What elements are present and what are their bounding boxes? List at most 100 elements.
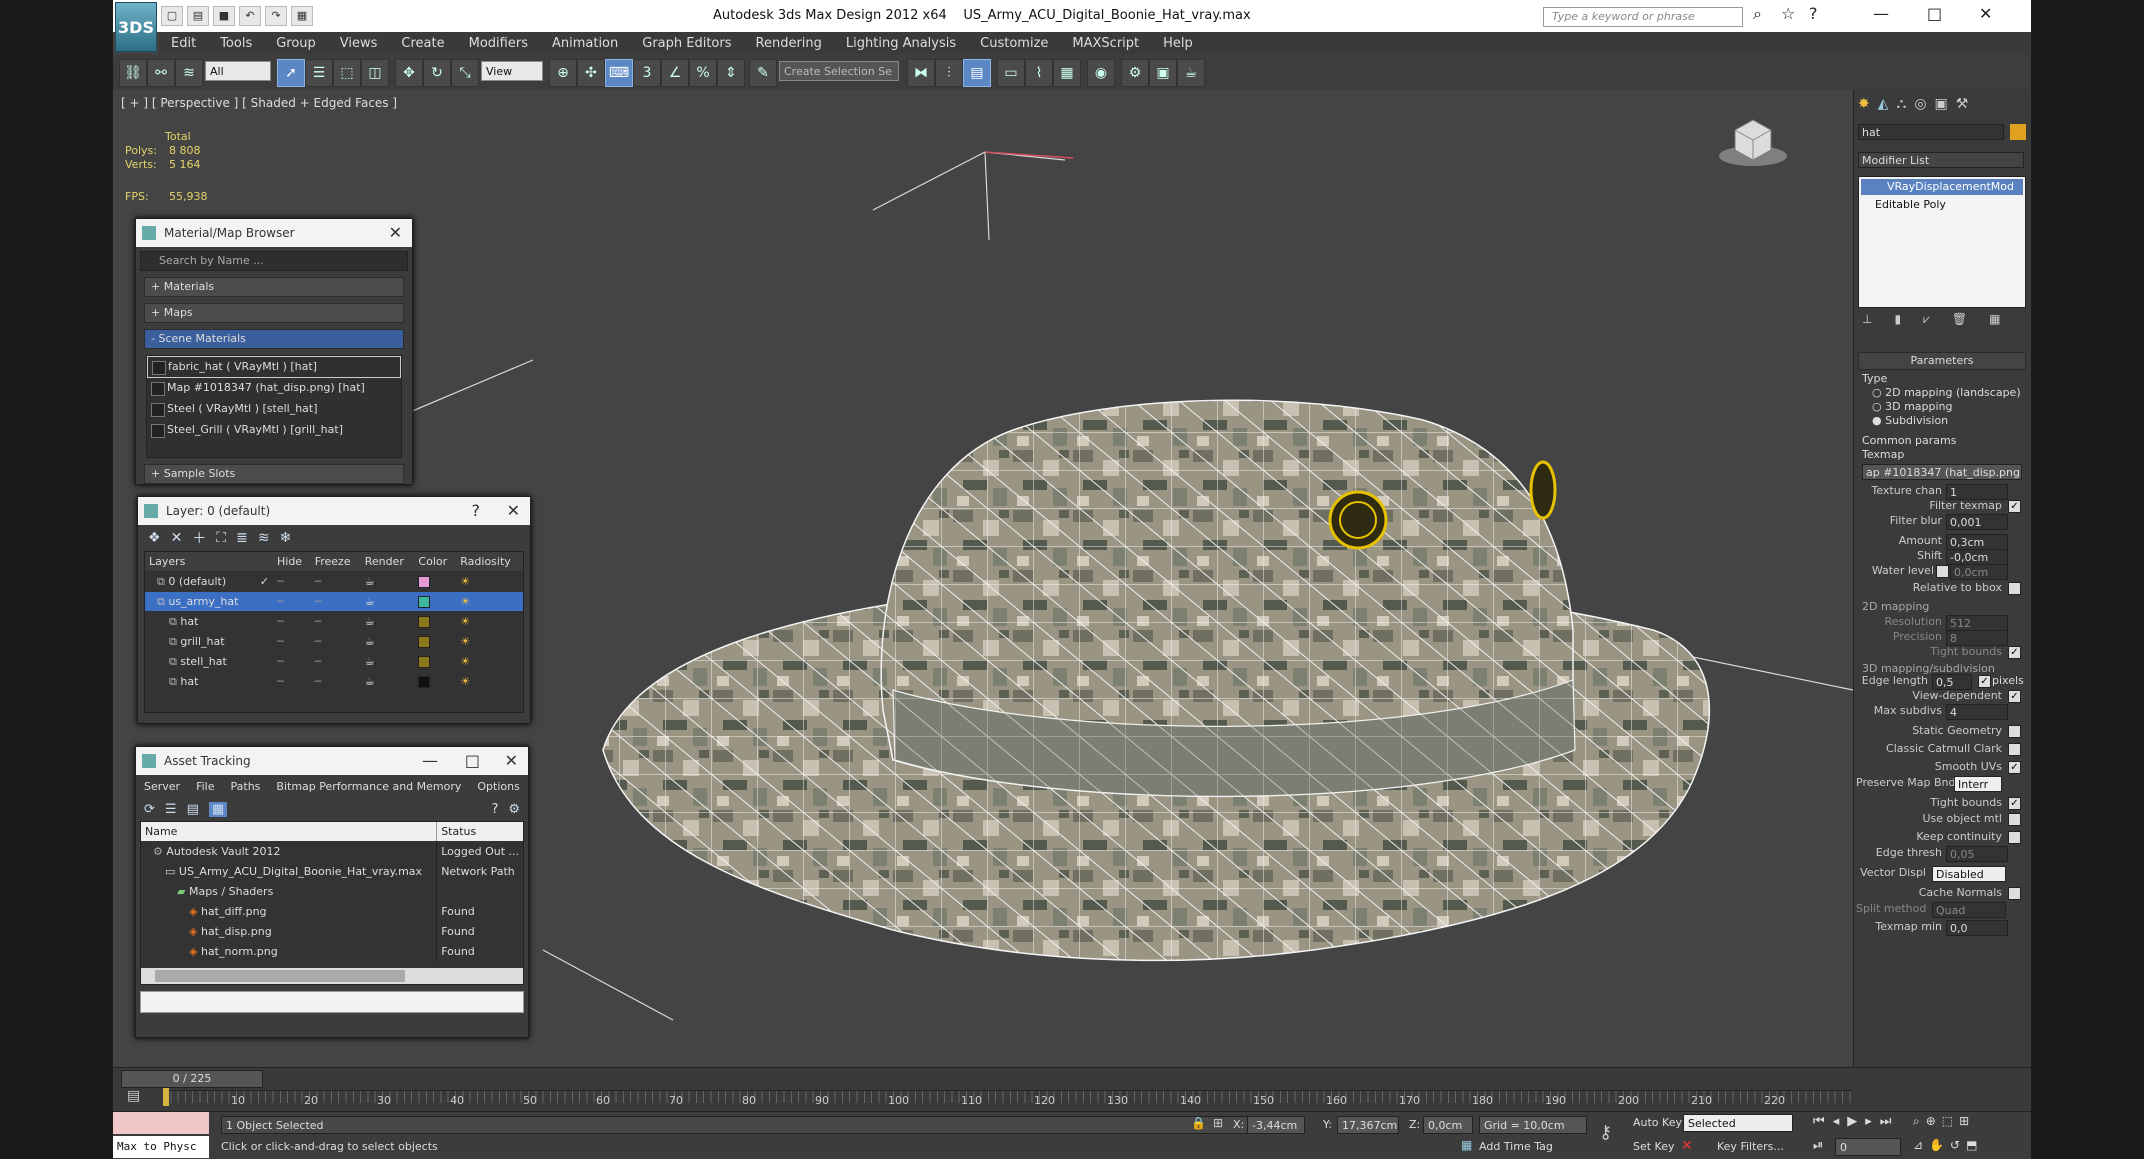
time-tag-icon[interactable]: ▦ xyxy=(1461,1138,1472,1152)
configure-sets-icon[interactable]: ▦ xyxy=(1989,312,2000,327)
max-subdivs-spinner[interactable]: 4 xyxy=(1946,704,2008,720)
minimize-icon[interactable]: — xyxy=(422,747,438,775)
time-slider[interactable]: 0 / 225 xyxy=(121,1070,263,1088)
star-icon[interactable]: ☆ xyxy=(1781,4,1795,23)
modifier-stack-item[interactable]: Editable Poly xyxy=(1861,197,2023,213)
named-selection-set-input[interactable]: Create Selection Se xyxy=(779,61,899,81)
radio-2d-mapping[interactable]: ○ 2D mapping (landscape) xyxy=(1872,386,2021,399)
add-time-tag-button[interactable]: Add Time Tag xyxy=(1479,1140,1553,1153)
close-icon[interactable]: ✕ xyxy=(389,219,402,247)
column-header[interactable]: Radiosity xyxy=(456,552,523,572)
list-view-icon[interactable]: ☰ xyxy=(165,802,177,817)
graphite-ribbon-icon[interactable]: ▭ xyxy=(997,59,1025,87)
column-header[interactable]: Freeze xyxy=(310,552,361,572)
layer-manager-icon[interactable]: ▤ xyxy=(963,59,991,87)
spinner-snap-icon[interactable]: ⇕ xyxy=(717,59,745,87)
freeze-all-icon[interactable]: ❄ xyxy=(280,530,292,546)
scale-icon[interactable]: ⤡ xyxy=(451,59,479,87)
field-of-view-icon[interactable]: ⊿ xyxy=(1913,1138,1923,1152)
menu-edit[interactable]: Edit xyxy=(171,36,196,51)
layer-row[interactable]: ⧉ stell_hat ─ ─ ☕ ☀ xyxy=(145,651,523,672)
layer-row[interactable]: ⧉ hat ─ ─ ☕ ☀ xyxy=(145,671,523,692)
asset-path-field[interactable] xyxy=(140,991,524,1013)
zoom-icon[interactable]: ⌕ xyxy=(1913,1114,1920,1129)
radiosity-toggle[interactable]: ☀ xyxy=(456,571,523,592)
pixels-checkbox[interactable]: ✓ xyxy=(1978,675,1991,688)
asset-row[interactable]: ◈ hat_diff.png Found xyxy=(141,901,523,922)
render-toggle[interactable]: ☕ xyxy=(360,611,415,632)
detail-view-icon[interactable]: ▤ xyxy=(187,802,199,817)
layer-row[interactable]: ⧉ 0 (default) ✓ ─ ─ ☕ ☀ xyxy=(145,571,523,592)
mirror-icon[interactable]: ⧓ xyxy=(907,59,935,87)
close-icon[interactable]: ✕ xyxy=(505,747,518,775)
hide-toggle[interactable]: ─ xyxy=(273,591,311,612)
menu-maxscript[interactable]: MAXScript xyxy=(1072,36,1139,51)
layer-name[interactable]: ⧉ stell_hat xyxy=(145,651,273,672)
orbit-icon[interactable]: ↺ xyxy=(1950,1138,1960,1152)
asset-row[interactable]: ▰ Maps / Shaders xyxy=(141,881,523,902)
render-toggle[interactable]: ☕ xyxy=(360,571,415,592)
asset-menu-options[interactable]: Options xyxy=(477,780,519,793)
horizontal-scrollbar[interactable] xyxy=(141,968,523,984)
go-to-start-icon[interactable]: ⏮ xyxy=(1813,1114,1825,1129)
layer-manager-titlebar[interactable]: Layer: 0 (default)? ✕ xyxy=(138,497,530,525)
window-crossing-icon[interactable]: ◫ xyxy=(361,59,389,87)
menu-lighting-analysis[interactable]: Lighting Analysis xyxy=(846,36,956,51)
layer-color-swatch[interactable] xyxy=(414,651,457,672)
settings-icon[interactable]: ⚙ xyxy=(508,802,520,817)
project-folder-icon[interactable]: ▦ xyxy=(291,6,313,26)
next-frame-icon[interactable]: ▸ xyxy=(1865,1114,1872,1129)
menu-modifiers[interactable]: Modifiers xyxy=(469,36,528,51)
remove-modifier-icon[interactable]: 🗑 xyxy=(1952,312,1967,327)
tight-bounds-checkbox[interactable]: ✓ xyxy=(2008,646,2021,659)
zoom-all-icon[interactable]: ⊕ xyxy=(1926,1114,1936,1129)
layer-color-swatch[interactable] xyxy=(414,591,457,612)
keep-continuity-checkbox[interactable] xyxy=(2008,831,2021,844)
select-object-icon[interactable]: ➚ xyxy=(277,59,305,87)
asset-menu-paths[interactable]: Paths xyxy=(231,780,261,793)
object-name-input[interactable]: hat xyxy=(1858,124,2004,140)
asset-menu-bitmap[interactable]: Bitmap Performance and Memory xyxy=(276,780,461,793)
help-icon[interactable]: ? xyxy=(472,497,481,525)
refresh-icon[interactable]: ⟳ xyxy=(144,802,155,817)
app-logo[interactable]: 3DS xyxy=(115,2,157,52)
maxscript-mini-listener[interactable]: Max to Physc xyxy=(113,1136,209,1158)
material-item[interactable]: Steel_Grill ( VRayMtl ) [grill_hat] xyxy=(147,420,401,441)
static-geometry-checkbox[interactable] xyxy=(2008,725,2021,738)
close-icon[interactable]: ✕ xyxy=(507,497,520,525)
align-icon[interactable]: ⫶ xyxy=(935,59,963,87)
filter-texmap-checkbox[interactable]: ✓ xyxy=(2008,500,2021,513)
layer-name[interactable]: ⧉ 0 (default) ✓ xyxy=(145,571,273,592)
menu-customize[interactable]: Customize xyxy=(980,36,1048,51)
open-file-icon[interactable]: ▤ xyxy=(187,6,209,26)
render-toggle[interactable]: ☕ xyxy=(360,651,415,672)
column-header[interactable]: Status xyxy=(436,822,523,842)
layer-row[interactable]: ⧉ hat ─ ─ ☕ ☀ xyxy=(145,611,523,632)
resolution-spinner[interactable]: 512 xyxy=(1946,615,2008,631)
asset-menu-file[interactable]: File xyxy=(196,780,214,793)
menu-help[interactable]: Help xyxy=(1163,36,1193,51)
selection-filter-select[interactable]: All xyxy=(205,61,271,81)
asset-tracking-titlebar[interactable]: Asset Tracking — □ ✕ xyxy=(136,747,528,775)
vector-displ-select[interactable]: Disabled xyxy=(1932,866,2006,882)
add-to-layer-icon[interactable]: ＋ xyxy=(192,528,206,548)
undo-icon[interactable]: ↶ xyxy=(239,6,261,26)
layer-name[interactable]: ⧉ grill_hat xyxy=(145,631,273,652)
mini-curve-editor-icon[interactable]: ▤ xyxy=(127,1088,140,1104)
asset-row[interactable]: ⚙ Autodesk Vault 2012 Logged Out ... xyxy=(141,841,523,862)
maximize-viewport-icon[interactable]: ⬒ xyxy=(1966,1138,1977,1152)
hide-toggle[interactable]: ─ xyxy=(273,631,311,652)
material-item[interactable]: fabric_hat ( VRayMtl ) [hat] xyxy=(147,356,401,378)
table-view-icon[interactable]: ▦ xyxy=(208,801,228,817)
pivot-center-icon[interactable]: ⊕ xyxy=(549,59,577,87)
minimize-icon[interactable]: — xyxy=(1873,4,1889,23)
material-item[interactable]: Map #1018347 (hat_disp.png) [hat] xyxy=(147,378,401,399)
edge-length-spinner[interactable]: 0,5 xyxy=(1932,674,1972,690)
pan-icon[interactable]: ✋ xyxy=(1929,1138,1944,1152)
link-icon[interactable]: ⛓ xyxy=(119,59,147,87)
water-level-checkbox[interactable] xyxy=(1936,565,1949,578)
track-bar[interactable] xyxy=(163,1090,1853,1103)
angle-snap-icon[interactable]: ∠ xyxy=(661,59,689,87)
zoom-extents-icon[interactable]: ⬚ xyxy=(1942,1114,1953,1129)
utilities-tab-icon[interactable]: ⚒ xyxy=(1956,96,1969,112)
